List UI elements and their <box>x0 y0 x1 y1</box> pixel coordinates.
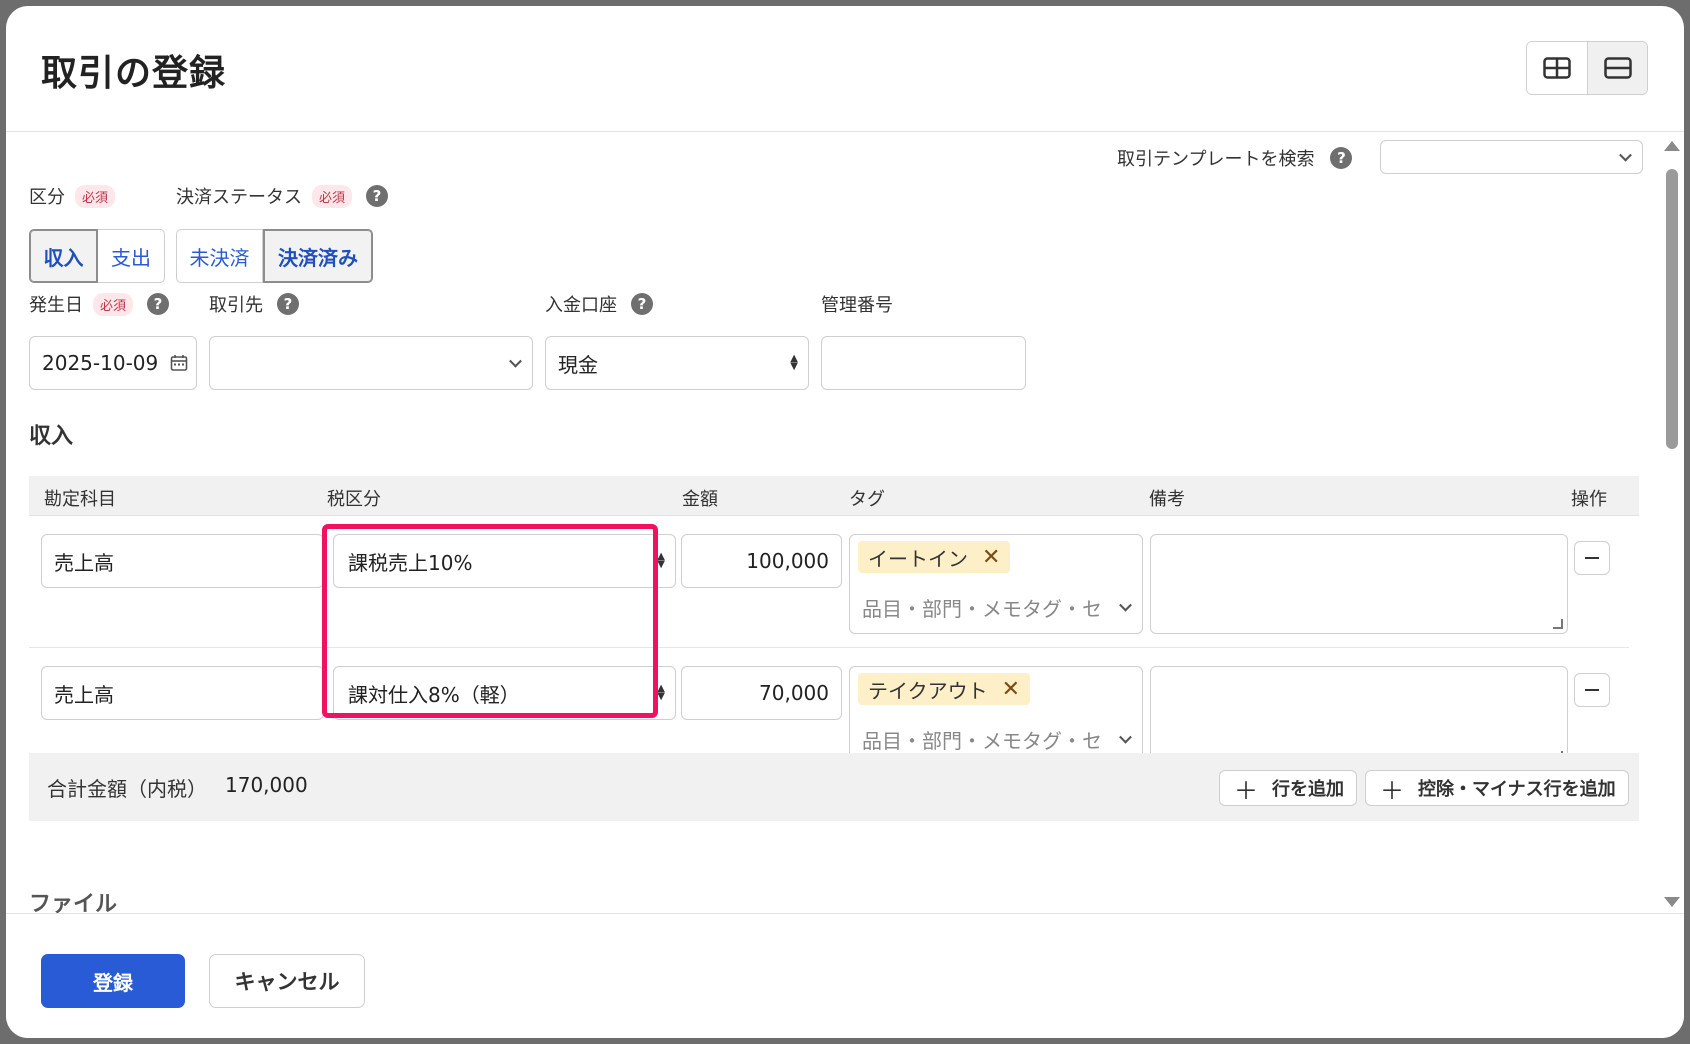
partner-select[interactable] <box>209 336 533 390</box>
help-icon[interactable]: ? <box>277 293 299 315</box>
status-unsettled-button[interactable]: 未決済 <box>176 229 263 283</box>
partner-label-group: 取引先 ? <box>209 291 299 317</box>
kubun-income-button[interactable]: 収入 <box>29 229 98 283</box>
row1-remove-button[interactable] <box>1574 541 1610 575</box>
status-label: 決済ステータス <box>176 187 302 208</box>
select-arrows-icon: ▲ ▼ <box>657 683 665 702</box>
tag-placeholder: 品目・部門・メモタグ・セ <box>862 597 1102 621</box>
account-label-group: 入金口座 ? <box>545 291 653 317</box>
row1-account-input[interactable]: 売上高 <box>41 534 324 588</box>
row2-remove-button[interactable] <box>1574 673 1610 707</box>
row1-amount-input[interactable]: 100,000 <box>681 534 842 588</box>
help-icon[interactable]: ? <box>631 293 653 315</box>
layout-toggle <box>1526 41 1648 95</box>
select-arrows-icon: ▲ ▼ <box>790 353 798 372</box>
submit-button[interactable]: 登録 <box>41 954 185 1008</box>
section-title-income: 収入 <box>29 424 74 449</box>
required-badge: 必須 <box>75 184 116 208</box>
required-badge: 必須 <box>312 184 353 208</box>
scroll-up-arrow-icon[interactable] <box>1664 141 1680 151</box>
th-amount: 金額 <box>682 489 718 510</box>
modal-footer: 登録 キャンセル <box>6 913 1684 1038</box>
account-label: 入金口座 <box>545 295 617 316</box>
row2-account-input[interactable]: 売上高 <box>41 666 324 720</box>
row2-amount-input[interactable]: 70,000 <box>681 666 842 720</box>
split-horizontal-layout-button[interactable] <box>1587 42 1647 94</box>
row2-tax-select[interactable]: 課対仕入8%（軽） ▲ ▼ <box>333 666 676 720</box>
chevron-down-icon <box>509 354 522 368</box>
template-search-label: 取引テンプレートを検索 <box>1117 149 1315 170</box>
template-search-label-group: 取引テンプレートを検索 ? <box>1117 145 1353 171</box>
remove-tag-icon[interactable]: ✕ <box>1002 677 1020 702</box>
tag-chip: イートイン ✕ <box>858 541 1011 573</box>
cancel-button[interactable]: キャンセル <box>209 954 365 1008</box>
total-bar: 合計金額（内税） 170,000 ＋ 行を追加 ＋ 控除・マイナス行を追加 <box>29 753 1639 821</box>
modal-header: 取引の登録 <box>6 6 1684 132</box>
section-title-file: ファイル <box>29 892 118 913</box>
split-vertical-icon <box>1543 57 1571 79</box>
scrollbar[interactable] <box>1660 133 1684 913</box>
issue-date-input[interactable]: 2025-10-09 <box>29 336 197 390</box>
minus-icon <box>1585 557 1599 559</box>
row1-tax-select[interactable]: 課税売上10% ▲ ▼ <box>333 534 676 588</box>
help-icon[interactable]: ? <box>147 293 170 315</box>
th-actions: 操作 <box>1571 489 1607 510</box>
template-search-select[interactable] <box>1380 140 1643 174</box>
mgmt-no-input[interactable] <box>821 336 1026 390</box>
row1-tag-input[interactable]: イートイン ✕ 品目・部門・メモタグ・セ <box>849 534 1143 634</box>
split-horizontal-icon <box>1603 57 1632 79</box>
th-tax: 税区分 <box>327 489 381 510</box>
kubun-segmented-control: 収入 支出 <box>29 229 165 283</box>
th-tag: タグ <box>849 489 885 510</box>
help-icon[interactable]: ? <box>366 185 389 207</box>
account-select[interactable]: 現金 ▲ ▼ <box>545 336 809 390</box>
scroll-thumb[interactable] <box>1666 169 1678 449</box>
resize-handle-icon[interactable] <box>1553 619 1563 629</box>
required-badge: 必須 <box>93 292 134 316</box>
modal-body: 取引テンプレートを検索 ? 区分 必須 収入 支出 決済ステータス 必須 ? 未… <box>6 133 1684 913</box>
add-minus-row-button[interactable]: ＋ 控除・マイナス行を追加 <box>1365 770 1629 806</box>
scroll-down-arrow-icon[interactable] <box>1664 897 1680 907</box>
status-label-group: 決済ステータス 必須 ? <box>176 183 389 209</box>
row2-memo-textarea[interactable] <box>1150 666 1568 766</box>
th-account: 勘定科目 <box>44 489 116 510</box>
issue-date-label: 発生日 <box>29 295 83 316</box>
split-vertical-layout-button[interactable] <box>1527 42 1587 94</box>
row2-tag-input[interactable]: テイクアウト ✕ 品目・部門・メモタグ・セ <box>849 666 1143 766</box>
remove-tag-icon[interactable]: ✕ <box>982 545 1000 570</box>
calendar-icon[interactable] <box>170 354 188 372</box>
page-title: 取引の登録 <box>41 53 227 94</box>
add-row-button[interactable]: ＋ 行を追加 <box>1219 770 1357 806</box>
chevron-down-icon <box>1619 148 1632 162</box>
tag-placeholder: 品目・部門・メモタグ・セ <box>862 729 1102 753</box>
issue-date-label-group: 発生日 必須 ? <box>29 291 170 317</box>
plus-icon: ＋ <box>1234 776 1258 805</box>
kubun-label-group: 区分 必須 <box>29 183 116 209</box>
row1-memo-textarea[interactable] <box>1150 534 1568 634</box>
status-settled-button[interactable]: 決済済み <box>263 229 373 283</box>
plus-icon: ＋ <box>1380 776 1404 805</box>
row-divider <box>29 647 1629 648</box>
status-segmented-control: 未決済 決済済み <box>176 229 373 283</box>
chevron-down-icon <box>1119 598 1132 612</box>
th-memo: 備考 <box>1149 489 1185 510</box>
table-header: 勘定科目 税区分 金額 タグ 備考 操作 <box>29 476 1639 516</box>
select-arrows-icon: ▲ ▼ <box>657 551 665 570</box>
chevron-down-icon <box>1119 730 1132 744</box>
total-label: 合計金額（内税） <box>47 777 207 801</box>
help-icon[interactable]: ? <box>1330 147 1353 169</box>
transaction-modal: 取引の登録 取引テンプレートを検索 ? 区分 必須 収入 支出 決済ステータス … <box>6 6 1684 1038</box>
minus-icon <box>1585 689 1599 691</box>
mgmt-no-label: 管理番号 <box>821 295 893 316</box>
mgmt-no-label-group: 管理番号 <box>821 291 893 317</box>
partner-label: 取引先 <box>209 295 263 316</box>
total-value: 170,000 <box>225 773 308 797</box>
kubun-expense-button[interactable]: 支出 <box>98 229 165 283</box>
kubun-label: 区分 <box>29 187 65 208</box>
tag-chip: テイクアウト ✕ <box>858 673 1031 705</box>
